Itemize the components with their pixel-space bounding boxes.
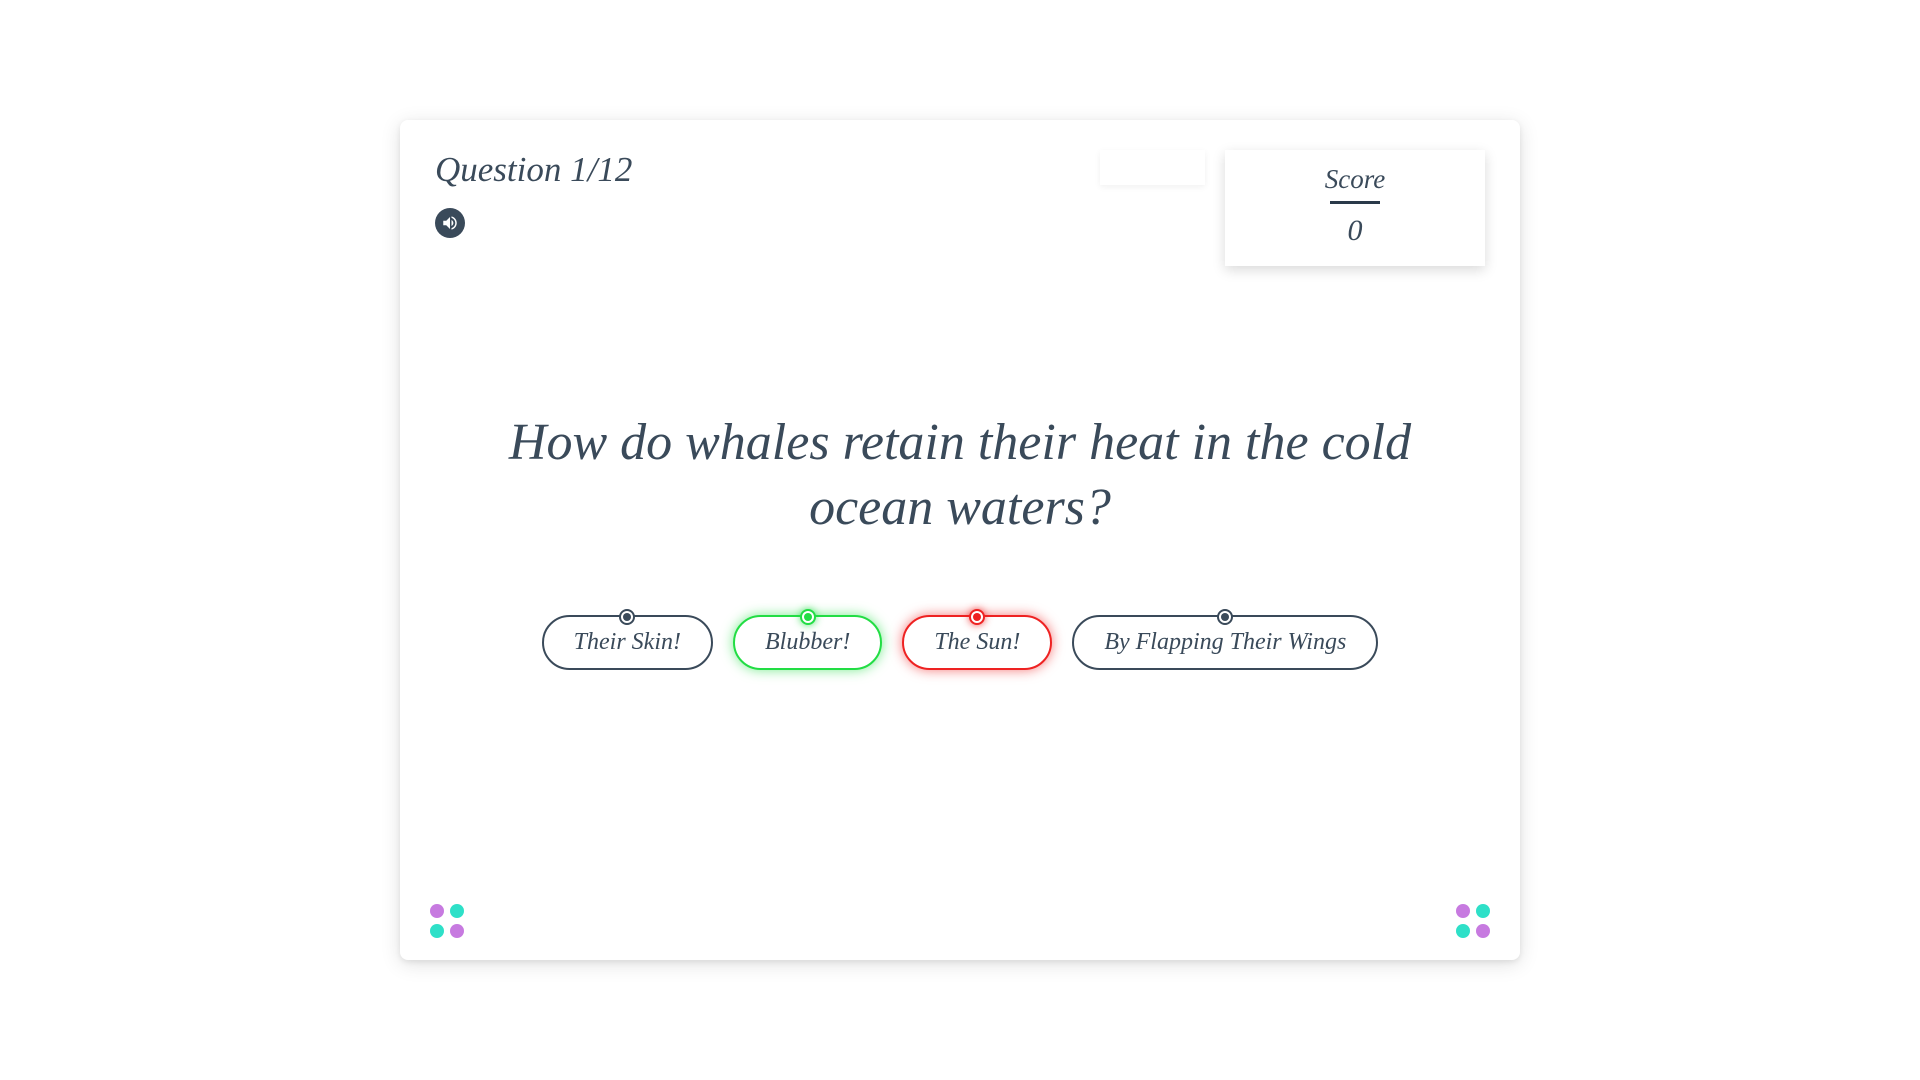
radio-icon	[619, 609, 635, 625]
answers-row: Their Skin! Blubber! The Sun! By Flappin…	[542, 615, 1379, 670]
dot-icon	[1456, 924, 1470, 938]
radio-icon	[1217, 609, 1233, 625]
dot-icon	[1456, 904, 1470, 918]
answer-option-3[interactable]: By Flapping Their Wings	[1072, 615, 1378, 670]
dot-icon	[1476, 924, 1490, 938]
answer-label: The Sun!	[934, 629, 1020, 655]
dot-icon	[1476, 904, 1490, 918]
dot-icon	[430, 924, 444, 938]
dot-icon	[430, 904, 444, 918]
radio-icon	[969, 609, 985, 625]
answer-label: Blubber!	[765, 629, 850, 655]
question-text: How do whales retain their heat in the c…	[450, 410, 1470, 540]
dot-icon	[450, 904, 464, 918]
quiz-card: Question 1/12 Score 0 How do whales reta…	[400, 120, 1520, 960]
answer-option-0[interactable]: Their Skin!	[542, 615, 713, 670]
answer-label: By Flapping Their Wings	[1104, 629, 1346, 655]
decoration-dots-bottom-left	[430, 904, 464, 938]
question-area: How do whales retain their heat in the c…	[400, 120, 1520, 960]
answer-option-2[interactable]: The Sun!	[902, 615, 1052, 670]
radio-icon	[800, 609, 816, 625]
answer-option-1[interactable]: Blubber!	[733, 615, 882, 670]
dot-icon	[450, 924, 464, 938]
answer-label: Their Skin!	[574, 629, 681, 655]
decoration-dots-bottom-right	[1456, 904, 1490, 938]
